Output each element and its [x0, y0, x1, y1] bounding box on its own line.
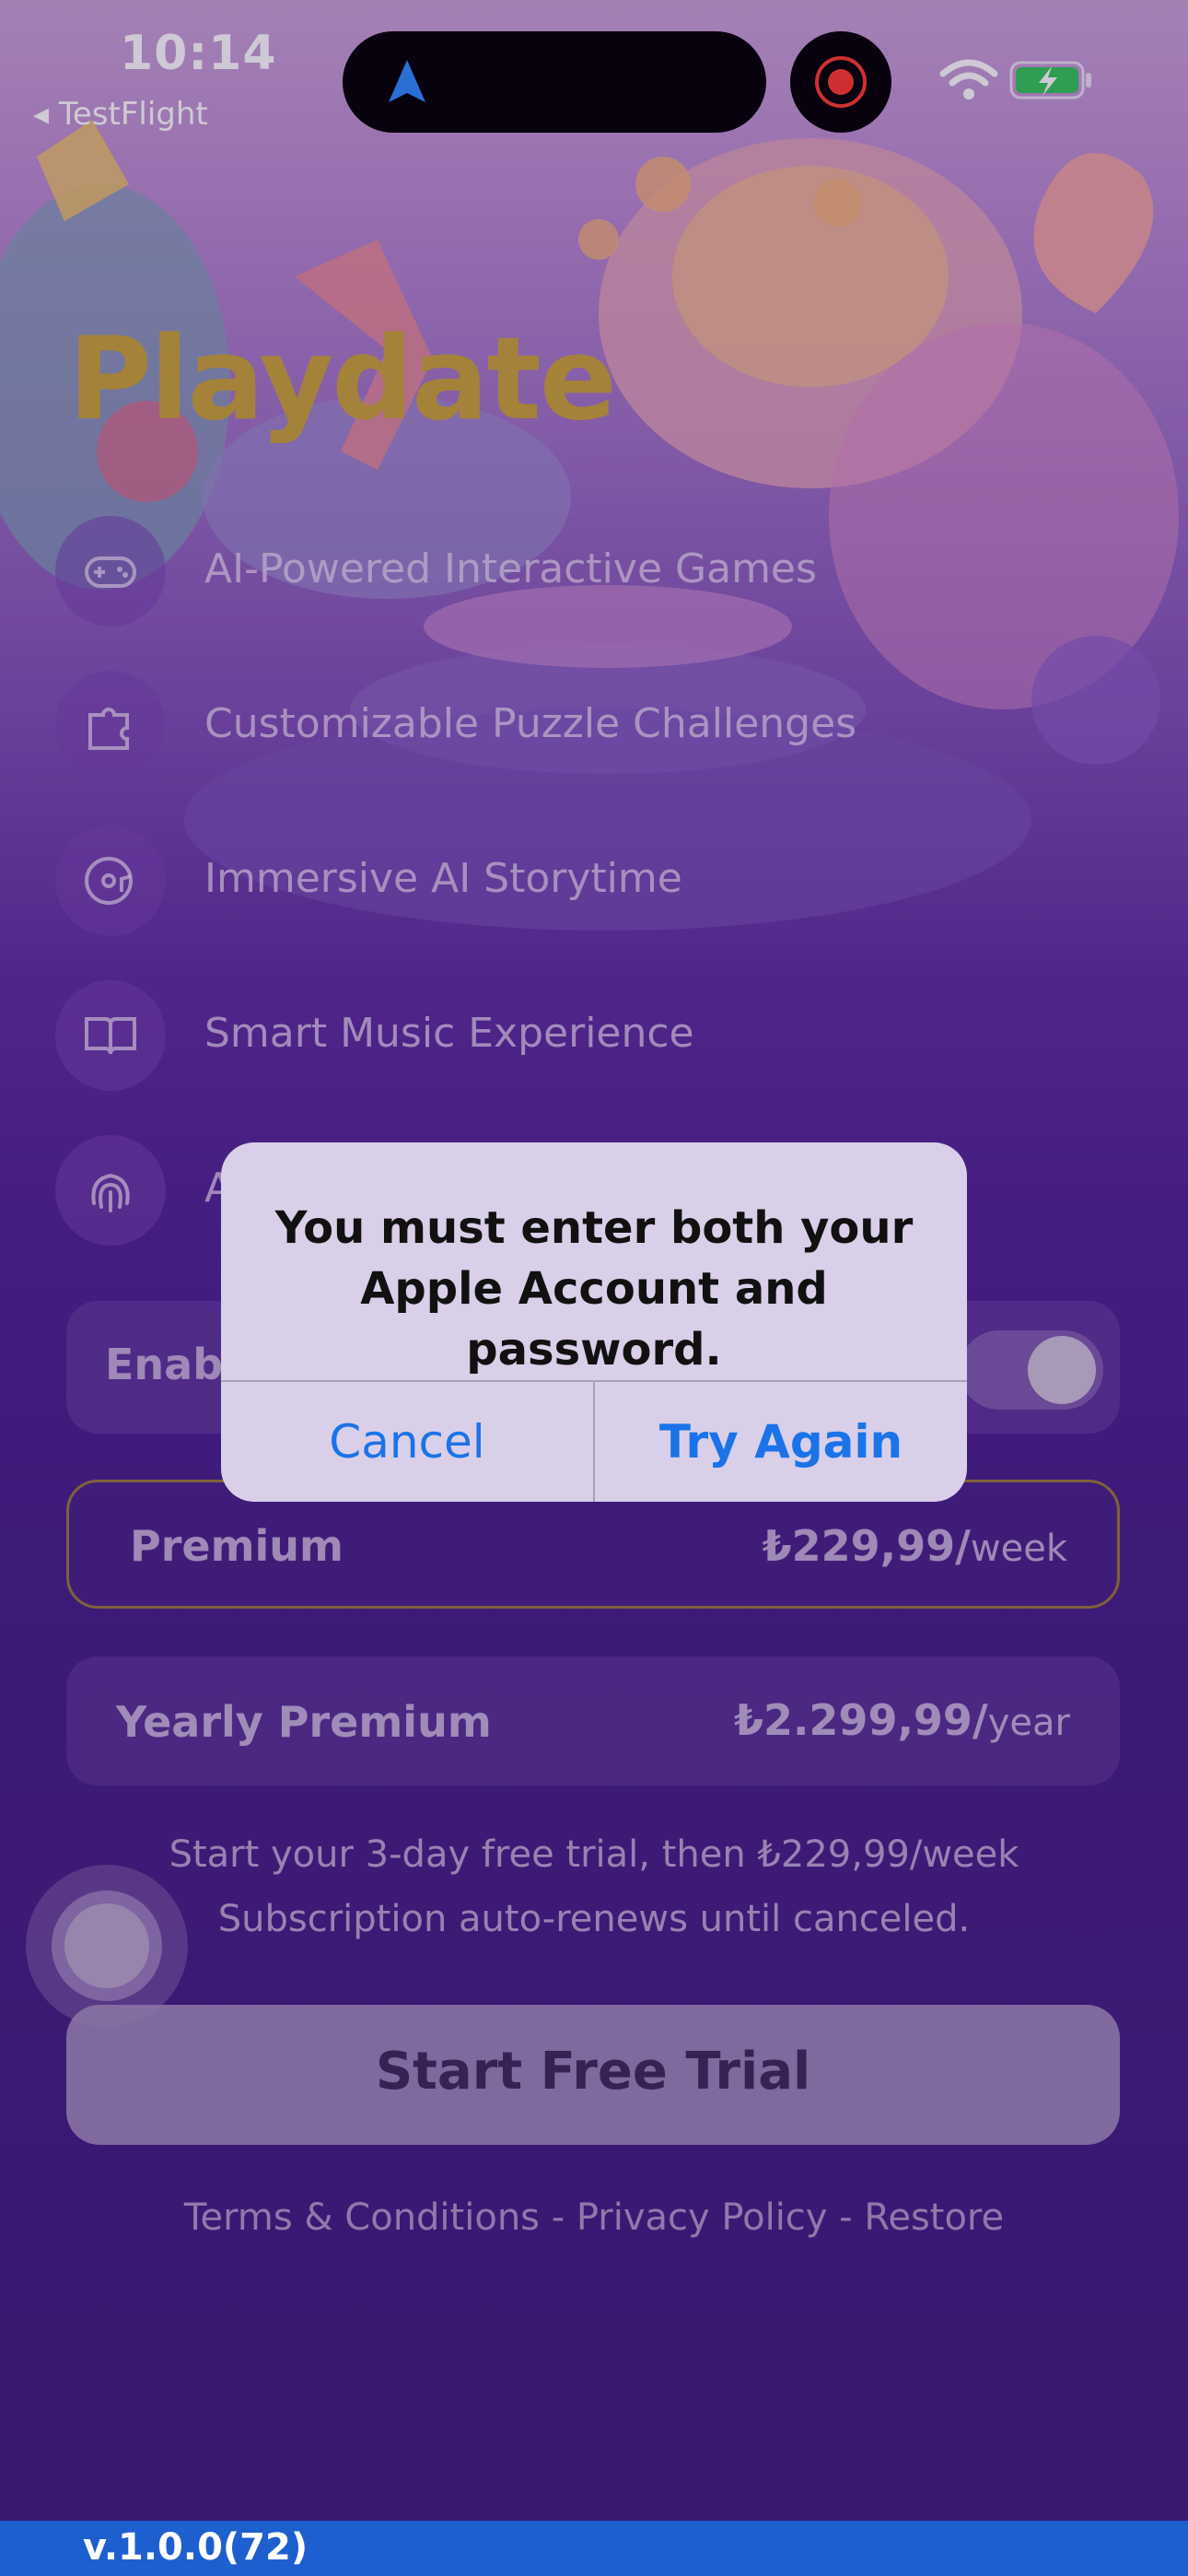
version-label: v.1.0.0(72) — [83, 2526, 309, 2569]
alert-message: You must enter both your Apple Account a… — [274, 1202, 914, 1376]
alert-dialog: You must enter both your Apple Account a… — [221, 1142, 967, 1502]
cancel-button[interactable]: Cancel — [221, 1382, 593, 1502]
try-again-button[interactable]: Try Again — [595, 1382, 967, 1502]
version-bar: v.1.0.0(72) — [0, 2521, 1188, 2576]
paywall-screen: 10:14 ◂ TestFlight Playdate AI-Powered I… — [0, 0, 1188, 2576]
